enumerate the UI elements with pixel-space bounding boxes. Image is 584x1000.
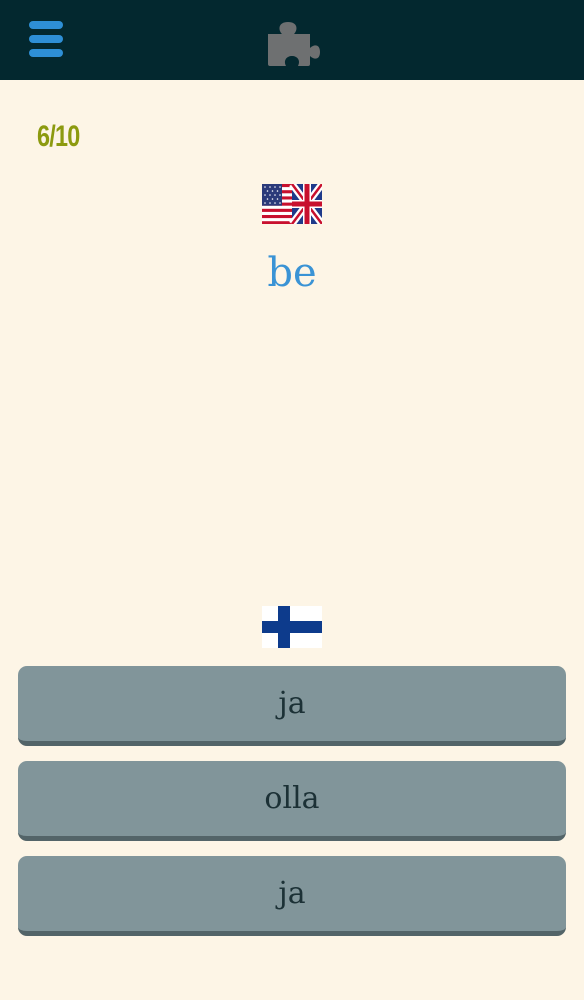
- answer-option-1-label: ja: [278, 686, 306, 721]
- top-app-bar: [0, 0, 584, 80]
- menu-button[interactable]: [27, 19, 65, 59]
- progress-counter: 6/10: [37, 120, 80, 153]
- answer-option-3[interactable]: ja: [18, 856, 566, 936]
- answer-option-2-label: olla: [264, 781, 320, 816]
- us-uk-flag-icon: [262, 184, 322, 224]
- puzzle-button[interactable]: [264, 14, 320, 68]
- answer-option-1[interactable]: ja: [18, 666, 566, 746]
- puzzle-piece-icon: [268, 22, 320, 66]
- answer-option-3-label: ja: [278, 876, 306, 911]
- answer-option-2[interactable]: olla: [18, 761, 566, 841]
- finland-flag-icon: [262, 606, 322, 648]
- prompt-word: be: [267, 250, 317, 296]
